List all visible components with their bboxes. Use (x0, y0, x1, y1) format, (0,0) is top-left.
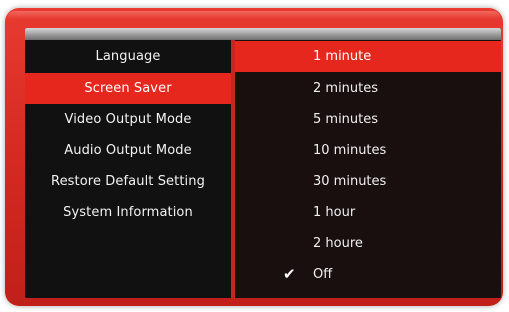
option-1-hour[interactable]: 1 hour (235, 197, 501, 228)
settings-window: Language Screen Saver Video Output Mode … (25, 28, 501, 298)
option-1-minute[interactable]: 1 minute (235, 41, 501, 72)
title-bar (25, 28, 501, 40)
option-label: 30 minutes (313, 174, 387, 189)
settings-window-frame: Language Screen Saver Video Output Mode … (5, 8, 503, 306)
option-label: 2 minutes (313, 81, 379, 96)
menu-item-video-output-mode[interactable]: Video Output Mode (25, 104, 231, 135)
option-2-minutes[interactable]: 2 minutes (235, 73, 501, 104)
option-label: Off (313, 267, 333, 282)
option-5-minutes[interactable]: 5 minutes (235, 104, 501, 135)
option-label: 1 minute (313, 49, 372, 64)
frame-highlight (8, 11, 500, 19)
option-10-minutes[interactable]: 10 minutes (235, 135, 501, 166)
option-30-minutes[interactable]: 30 minutes (235, 166, 501, 197)
option-label: 5 minutes (313, 112, 379, 127)
checkmark-icon: ✔ (283, 265, 296, 283)
menu-item-restore-default-setting[interactable]: Restore Default Setting (25, 166, 231, 197)
settings-menu: Language Screen Saver Video Output Mode … (25, 40, 231, 298)
menu-item-audio-output-mode[interactable]: Audio Output Mode (25, 135, 231, 166)
screen-saver-options: 1 minute 2 minutes 5 minutes 10 minutes … (235, 40, 501, 298)
option-2-hours[interactable]: 2 houre (235, 228, 501, 259)
option-label: 10 minutes (313, 143, 387, 158)
menu-item-screen-saver[interactable]: Screen Saver (25, 73, 231, 104)
option-label: 2 houre (313, 236, 363, 251)
option-label: 1 hour (313, 205, 356, 220)
menu-item-system-information[interactable]: System Information (25, 197, 231, 228)
option-off[interactable]: ✔ Off (235, 259, 501, 290)
menu-item-language[interactable]: Language (25, 41, 231, 72)
